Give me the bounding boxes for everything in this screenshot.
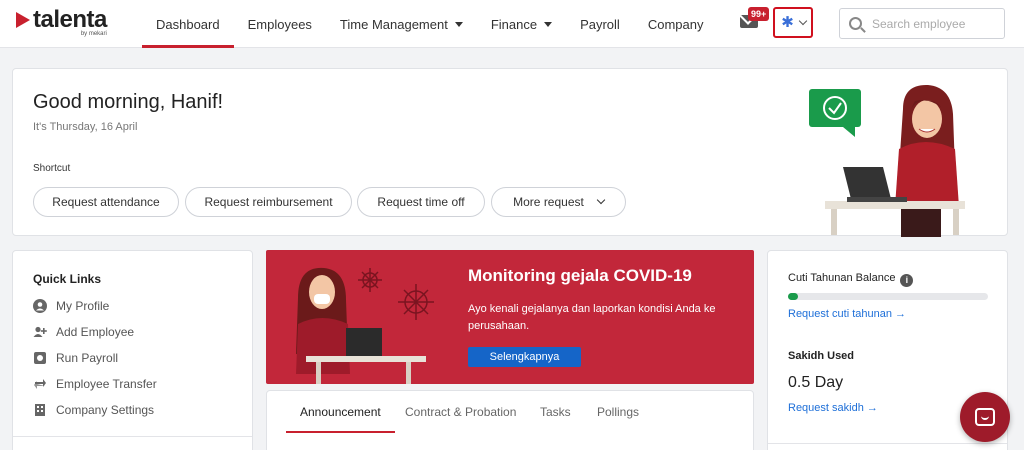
button-label: Request attendance (52, 195, 160, 209)
quick-link-label: Add Employee (56, 325, 135, 339)
tab-pollings[interactable]: Pollings (597, 405, 639, 433)
more-request-button[interactable]: More request (491, 187, 626, 217)
app-switcher-button[interactable]: ✱ (773, 7, 813, 38)
banner-text: Ayo kenali gejalanya dan laporkan kondis… (468, 303, 716, 332)
nav-label: Company (647, 16, 704, 32)
nav-finance[interactable]: Finance (477, 0, 566, 48)
quick-link-run-payroll[interactable]: Run Payroll (33, 350, 118, 366)
nav-payroll[interactable]: Payroll (566, 0, 634, 48)
apps-icon: ✱ (781, 13, 794, 31)
quick-link-label: My Profile (56, 299, 110, 313)
quick-link-employee-transfer[interactable]: Employee Transfer (33, 376, 157, 392)
quick-link-my-profile[interactable]: My Profile (33, 298, 109, 314)
chevron-down-icon (798, 16, 807, 25)
caret-down-icon (454, 21, 463, 27)
add-user-icon (33, 325, 47, 339)
info-icon[interactable]: i (900, 274, 914, 287)
transfer-icon (33, 377, 47, 391)
nav-label: Payroll (580, 16, 620, 32)
top-navbar: talenta by mekari Dashboard Employees Ti… (0, 0, 1024, 48)
quick-link-company-settings[interactable]: Company Settings (33, 402, 154, 418)
chat-support-button[interactable] (960, 392, 1010, 442)
main-nav: Dashboard Employees Time Management Fina… (142, 0, 717, 48)
search-icon (849, 17, 862, 30)
sick-used-title: Sakidh Used (788, 350, 855, 362)
request-attendance-button[interactable]: Request attendance (33, 187, 179, 217)
greeting-card: Good morning, Hanif! It's Thursday, 16 A… (12, 68, 1008, 237)
feed-tabs-card: Announcement Contract & Probation Tasks … (266, 390, 754, 450)
covid-banner[interactable]: Monitoring gejala COVID-19 Ayo kenali ge… (266, 250, 754, 384)
button-label: Request time off (377, 195, 465, 209)
payroll-icon (33, 351, 47, 365)
logo-subtitle: by mekari (80, 31, 107, 37)
progress-fill (788, 293, 798, 300)
quick-link-add-employee[interactable]: Add Employee (33, 324, 134, 340)
banner-title: Monitoring gejala COVID-19 (468, 266, 692, 285)
button-label: More request (513, 195, 584, 209)
request-sick-link[interactable]: Request sakidh → (788, 402, 878, 414)
divider (768, 443, 1007, 444)
chat-icon (975, 408, 995, 426)
quick-link-label: Company Settings (56, 403, 155, 417)
chevron-down-icon (596, 195, 606, 205)
nav-employees[interactable]: Employees (234, 0, 326, 48)
logo-name: talenta (33, 6, 107, 33)
quick-link-label: Run Payroll (56, 351, 119, 365)
building-icon (33, 403, 47, 417)
search-box[interactable] (839, 8, 1005, 39)
button-label: Request reimbursement (204, 195, 333, 209)
talenta-logo[interactable]: talenta by mekari (16, 6, 107, 38)
sick-used-value: 0.5 Day (788, 374, 844, 391)
annual-leave-title: Cuti Tahunan Balance (788, 272, 896, 284)
quick-links-card: Quick Links My Profile Add Employee Run … (12, 250, 253, 450)
divider (13, 436, 252, 437)
covid-illustration (296, 267, 434, 384)
quick-link-label: Employee Transfer (56, 377, 157, 391)
request-annual-leave-link[interactable]: Request cuti tahunan → (788, 308, 906, 320)
annual-leave-progress (788, 293, 988, 300)
request-time-off-button[interactable]: Request time off (357, 187, 485, 217)
shortcut-label: Shortcut (33, 163, 71, 174)
tab-tasks[interactable]: Tasks (540, 405, 571, 433)
greeting-title: Good morning, Hanif! (33, 91, 224, 113)
nav-company[interactable]: Company (634, 0, 718, 48)
profile-icon (33, 299, 47, 313)
nav-label: Dashboard (156, 16, 220, 32)
learn-more-button[interactable]: Selengkapnya (468, 347, 581, 367)
nav-label: Employees (247, 16, 312, 32)
tab-announcement[interactable]: Announcement (286, 405, 395, 433)
search-input[interactable] (872, 16, 997, 31)
request-reimbursement-button[interactable]: Request reimbursement (185, 187, 352, 217)
working-woman-illustration (809, 84, 965, 237)
nav-time-management[interactable]: Time Management (326, 0, 477, 48)
nav-label: Finance (490, 16, 538, 32)
nav-dashboard[interactable]: Dashboard (142, 0, 234, 48)
annual-leave-heading: Cuti Tahunan Balance i (788, 272, 914, 287)
logo-mark (16, 12, 30, 28)
greeting-date: It's Thursday, 16 April (33, 121, 138, 133)
tab-contract-probation[interactable]: Contract & Probation (405, 405, 516, 433)
nav-label: Time Management (339, 16, 448, 32)
inbox-badge: 99+ (748, 7, 770, 21)
caret-down-icon (544, 21, 553, 27)
quick-links-title: Quick Links (33, 272, 102, 286)
